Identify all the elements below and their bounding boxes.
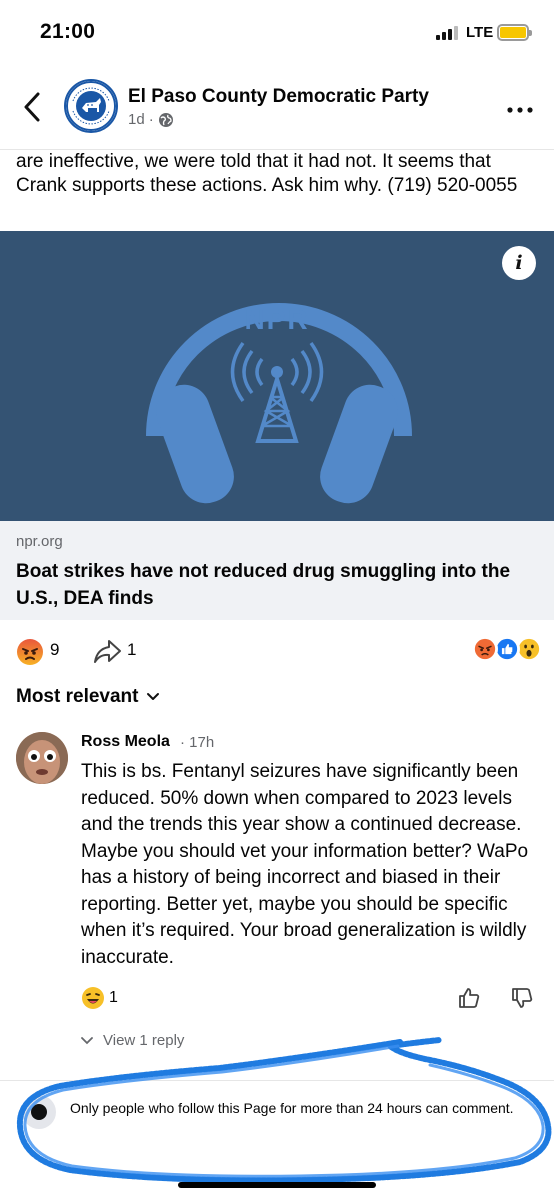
comment-restriction-notice: Only people who follow this Page for mor… bbox=[70, 1100, 514, 1116]
page-name[interactable]: El Paso County Democratic Party bbox=[128, 86, 429, 108]
democratic-donkey-logo bbox=[66, 81, 116, 131]
comment-text: This is bs. Fentanyl seizures have signi… bbox=[81, 761, 529, 968]
reaction-count[interactable]: 9 bbox=[50, 640, 59, 660]
more-horizontal-icon bbox=[507, 107, 533, 113]
thumbs-up-icon bbox=[459, 988, 480, 1008]
npr-headphones-logo: NPR bbox=[146, 303, 412, 504]
commenter-avatar[interactable] bbox=[16, 732, 68, 784]
status-time: 21:00 bbox=[40, 20, 96, 43]
comment-like-button[interactable] bbox=[457, 986, 481, 1010]
view-replies-button[interactable]: View 1 reply bbox=[81, 1032, 184, 1049]
chevron-left-icon bbox=[24, 92, 40, 122]
commenter-photo bbox=[16, 732, 68, 784]
link-domain: npr.org bbox=[16, 533, 63, 550]
share-count[interactable]: 1 bbox=[127, 640, 136, 660]
signal-icon bbox=[436, 26, 460, 40]
battery-icon bbox=[497, 24, 532, 41]
link-caption[interactable]: npr.org Boat strikes have not reduced dr… bbox=[0, 521, 554, 620]
sort-label: Most relevant bbox=[16, 686, 139, 707]
post-text: are ineffective, we were told that it ha… bbox=[16, 151, 518, 196]
page-avatar[interactable] bbox=[64, 79, 118, 133]
share-button[interactable] bbox=[92, 638, 122, 671]
globe-icon[interactable] bbox=[158, 112, 174, 128]
chevron-down-icon bbox=[147, 693, 160, 700]
view-replies-label: View 1 reply bbox=[103, 1032, 185, 1049]
reaction-summary[interactable] bbox=[472, 636, 542, 664]
home-indicator bbox=[178, 1182, 376, 1188]
link-preview-image[interactable]: NPR bbox=[0, 231, 554, 521]
comment-sort-dropdown[interactable]: Most relevant bbox=[16, 686, 160, 708]
footer-divider bbox=[0, 1080, 554, 1081]
meta-separator: · bbox=[148, 111, 154, 128]
link-title[interactable]: Boat strikes have not reduced drug smugg… bbox=[16, 558, 536, 612]
more-options-button[interactable] bbox=[506, 102, 534, 113]
info-button[interactable]: i bbox=[502, 246, 536, 280]
angry-emoji-icon bbox=[17, 639, 43, 665]
status-bar: 21:00 LTE bbox=[0, 0, 554, 66]
angry-emoji-icon-small bbox=[472, 636, 498, 662]
post-header: El Paso County Democratic Party 1d · bbox=[0, 66, 554, 150]
thumbs-down-icon bbox=[512, 988, 533, 1008]
angry-reaction-button[interactable] bbox=[16, 638, 44, 671]
info-icon: i bbox=[515, 252, 523, 274]
comment-restricted-icon bbox=[22, 1095, 56, 1129]
comment-dislike-button[interactable] bbox=[510, 986, 534, 1010]
share-arrow-icon bbox=[94, 640, 121, 663]
comment-time: · 17h bbox=[180, 734, 215, 751]
npr-logo-text: NPR bbox=[244, 304, 309, 335]
comment-reaction-count: 1 bbox=[109, 989, 118, 1006]
post-time: 1d bbox=[128, 111, 145, 128]
commenter-name[interactable]: Ross Meola bbox=[81, 733, 170, 751]
reply-chevron-icon bbox=[81, 1036, 93, 1044]
laughing-emoji-icon bbox=[82, 987, 104, 1009]
comment-reaction-summary[interactable]: 1 bbox=[81, 986, 118, 1010]
post-meta: 1d · bbox=[128, 111, 174, 128]
network-label: LTE bbox=[466, 24, 494, 41]
back-button[interactable] bbox=[18, 90, 48, 124]
reaction-bar: 9 1 bbox=[0, 626, 554, 678]
